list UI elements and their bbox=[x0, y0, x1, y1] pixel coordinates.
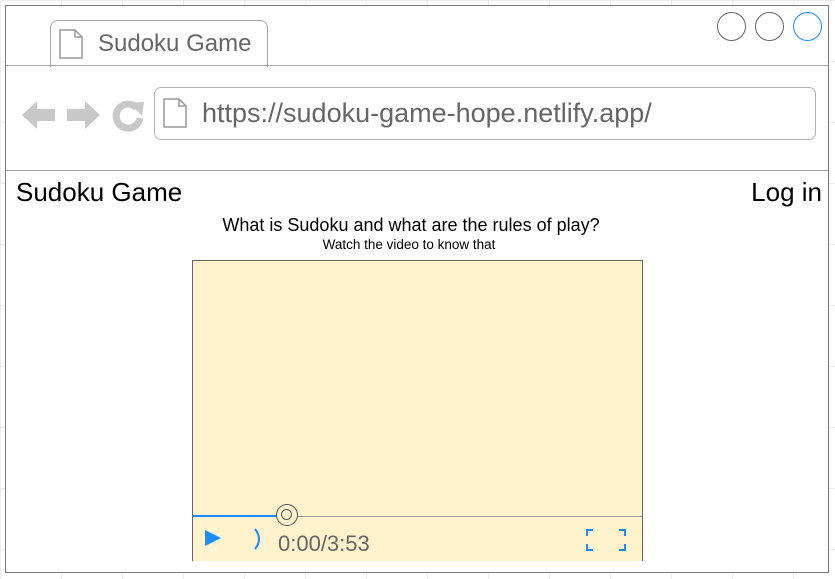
site-title: Sudoku Game bbox=[16, 177, 183, 207]
tab-strip-divider bbox=[6, 65, 828, 66]
address-bar-divider bbox=[6, 170, 828, 171]
page-subheading: Watch the video to know that bbox=[322, 237, 496, 252]
volume-icon[interactable] bbox=[253, 527, 265, 556]
back-arrow-icon[interactable] bbox=[22, 98, 56, 137]
progress-fill bbox=[193, 515, 287, 517]
url-text: https://sudoku-game-hope.netlify.app/ bbox=[202, 98, 652, 128]
browser-window: Sudoku Game https://sudoku-game-hope.net… bbox=[5, 5, 829, 573]
play-icon[interactable] bbox=[204, 529, 222, 552]
address-bar[interactable]: https://sudoku-game-hope.netlify.app/ bbox=[154, 87, 816, 140]
browser-tab[interactable]: Sudoku Game bbox=[50, 20, 268, 67]
fullscreen-icon[interactable] bbox=[586, 529, 626, 556]
maximize-button[interactable] bbox=[755, 12, 784, 41]
page-icon bbox=[163, 98, 187, 133]
reload-icon[interactable] bbox=[111, 98, 145, 137]
forward-arrow-icon[interactable] bbox=[66, 98, 100, 137]
page-heading: What is Sudoku and what are the rules of… bbox=[222, 215, 600, 235]
video-player[interactable]: 0:00/3:53 bbox=[192, 260, 643, 561]
page-icon bbox=[59, 29, 83, 64]
progress-scrubber[interactable] bbox=[276, 504, 298, 526]
minimize-button[interactable] bbox=[717, 12, 746, 41]
close-button[interactable] bbox=[793, 12, 822, 41]
time-display: 0:00/3:53 bbox=[278, 531, 370, 556]
login-link[interactable]: Log in bbox=[751, 177, 822, 208]
tab-title: Sudoku Game bbox=[98, 30, 252, 57]
